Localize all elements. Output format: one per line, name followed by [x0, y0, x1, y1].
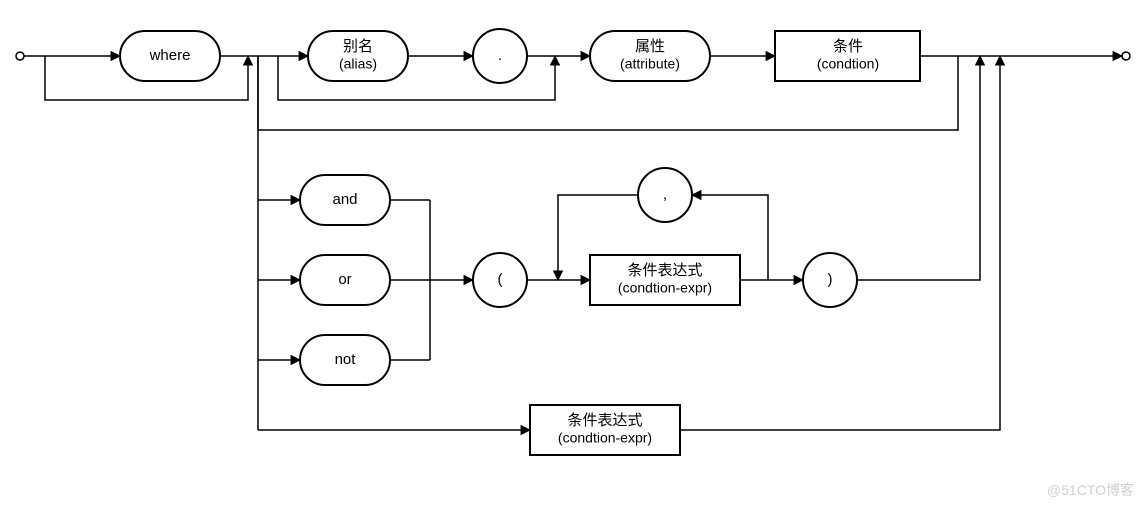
label-and: and [332, 191, 357, 208]
label-condition-bottom: (condtion) [817, 56, 879, 72]
end-terminal [1122, 52, 1130, 60]
label-condition-top: 条件 [833, 38, 863, 55]
label-not: not [335, 351, 357, 368]
label-condexpr2-bottom: (condtion-expr) [558, 430, 652, 446]
label-where: where [149, 47, 191, 64]
label-alias-bottom: (alias) [339, 56, 377, 72]
edge-bypass-where [45, 56, 248, 100]
label-rparen: ) [828, 271, 833, 288]
edge-loop-up-to-comma [692, 195, 768, 280]
label-condexpr-bottom: (condtion-expr) [618, 280, 712, 296]
label-comma: , [663, 186, 667, 203]
edge-rparen-out [857, 56, 980, 280]
label-attribute-bottom: (attribute) [620, 56, 680, 72]
label-alias-top: 别名 [343, 38, 373, 55]
label-condexpr-top: 条件表达式 [627, 262, 702, 279]
watermark: @51CTO博客 [1047, 480, 1134, 500]
edge-condexpr2-out [680, 56, 1000, 430]
start-terminal [16, 52, 24, 60]
label-condexpr2-top: 条件表达式 [567, 412, 642, 429]
label-lparen: ( [498, 271, 503, 288]
label-attribute-top: 属性 [635, 38, 665, 55]
edge-loop-comma-down [558, 195, 638, 280]
label-dot: . [498, 47, 502, 64]
syntax-diagram: where 别名 (alias) . 属性 (attribute) 条件 (co… [0, 0, 1146, 508]
label-or: or [338, 271, 351, 288]
